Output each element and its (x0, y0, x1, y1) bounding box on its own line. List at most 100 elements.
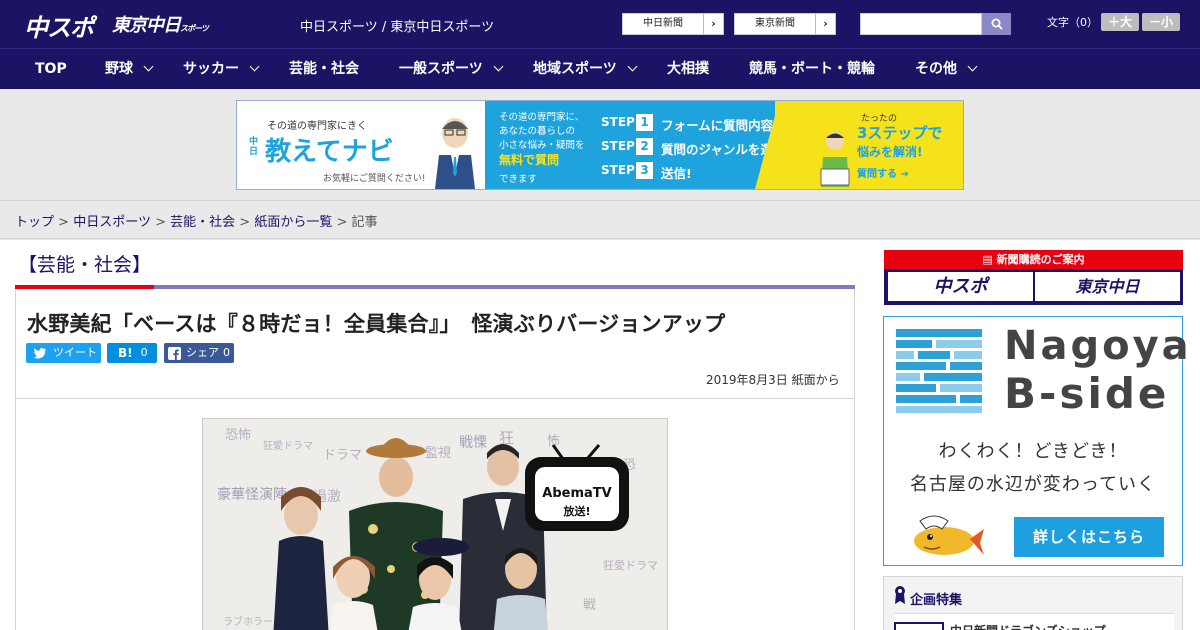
chuspo-logo[interactable]: 中スポ (24, 8, 94, 43)
search-input[interactable] (860, 13, 982, 35)
bside-title-line1: Nagoya (1004, 323, 1192, 369)
font-size-increase-button[interactable]: ＋大 (1101, 13, 1139, 31)
nav-item-sumo[interactable]: 大相撲 (667, 49, 709, 90)
newspaper-subscription-box[interactable]: ▤ 新聞購読のご案内 中スポ 東京中日 (884, 250, 1183, 305)
breadcrumb-link-entertainment[interactable]: 芸能・社会 (170, 215, 235, 230)
top-header: 中スポ 東京中日スポーツ 中日スポーツ / 東京中日スポーツ 中日新聞 › 東京… (0, 0, 1200, 48)
tokyo-shimbun-label: 東京新聞 (755, 18, 795, 29)
subscription-heading: ▤ 新聞購読のご案内 (884, 250, 1183, 269)
tokyo-shimbun-link[interactable]: 東京新聞 › (734, 13, 836, 35)
facebook-share-label: シェア (186, 346, 219, 359)
ad-note: お気軽にご質問ください! (323, 174, 426, 184)
tokyo-chunichi-logo-text: 東京中日 (112, 15, 181, 36)
nav-item-local-sports[interactable]: 地域スポーツ (533, 49, 638, 90)
breadcrumb-link-top[interactable]: トップ (15, 215, 54, 230)
chevron-down-icon (967, 61, 978, 72)
bside-details-button[interactable]: 詳しくはこちら (1014, 517, 1164, 557)
article-photo: 恐怖 狂愛ドラマ 監視 戦慄 豪華怪演陣 過激 ドラマ 狂 怖 狂愛ドラマ ラブ… (202, 418, 668, 630)
abematv-logo-text: AbemaTV (542, 486, 611, 501)
ad-left-panel: その道の専門家にきく 中日 教えてナビ お気軽にご質問ください! (237, 101, 485, 189)
ad-right-sub: 悩みを解消! (857, 145, 923, 159)
nav-item-general-sports[interactable]: 一般スポーツ (399, 49, 504, 90)
ad-banner-oshiete-navi[interactable]: その道の専門家にきく 中日 教えてナビ お気軽にご質問ください! その道の専門家… (236, 100, 964, 190)
bside-tagline-1: わくわく！どきどき！ (938, 441, 1128, 462)
breadcrumb-separator: > (155, 215, 166, 230)
ad-brand-prefix: 中日 (249, 137, 259, 157)
tokyo-chunichi-logo-sub: スポーツ (180, 24, 209, 33)
nav-item-label: その他 (915, 61, 957, 77)
ad-tagline: その道の専門家にきく (267, 121, 367, 132)
ad-slant-decoration (755, 101, 779, 189)
ad-step-label: STEP (601, 163, 635, 177)
nav-item-top[interactable]: TOP (35, 49, 67, 90)
photo-bg-word: 戦 (583, 598, 596, 613)
nav-item-label: 芸能・社会 (289, 61, 359, 77)
ad-mid-line: その道の専門家に、 (499, 112, 585, 123)
bside-title-line2: B-side (1004, 369, 1170, 418)
ad-right-big: 3ステップで (857, 124, 943, 142)
ad-step-number: 2 (636, 138, 653, 155)
tweet-button[interactable]: ツイート (26, 343, 101, 363)
ad-ask-label: 質問する (857, 169, 897, 180)
subscription-tokyo-chunichi-link[interactable]: 東京中日 (1035, 272, 1180, 301)
tweet-label: ツイート (53, 346, 97, 359)
ad-free-question: 無料で質問 (499, 153, 560, 167)
special-feature-item[interactable]: 中日新聞ドラゴンズショップ (894, 613, 1174, 630)
dragons-shop-thumbnail (894, 622, 944, 630)
article-divider (16, 398, 854, 399)
ad-step-label: STEP (601, 115, 635, 129)
hatena-count: 0 (140, 346, 148, 359)
chunichi-shimbun-link[interactable]: 中日新聞 › (622, 13, 724, 35)
press-event-photo-illustration: 恐怖 狂愛ドラマ 監視 戦慄 豪華怪演陣 過激 ドラマ 狂 怖 狂愛ドラマ ラブ… (203, 419, 667, 630)
breadcrumb-link-paper-list[interactable]: 紙面から一覧 (254, 215, 332, 230)
facebook-share-button[interactable]: シェア 0 (164, 343, 234, 363)
nav-item-label: サッカー (183, 61, 239, 77)
breadcrumb-separator: > (336, 215, 348, 230)
brick-wall-logo (896, 329, 982, 413)
breadcrumb: トップ > 中日スポーツ > 芸能・社会 > 紙面から一覧 > 記事 (15, 211, 378, 230)
ad-step-number: 3 (636, 162, 653, 179)
photo-bg-word: 戦慄 (459, 435, 487, 451)
ad-mid-line: できます (499, 174, 538, 185)
ad-step-text: 送信! (661, 166, 692, 181)
ad-mid-panel: その道の専門家に、 あなたの暮らしの 小さな悩み・疑問を 無料で質問 できます … (485, 101, 811, 189)
arrow-right-icon: ➔ (900, 169, 909, 180)
nav-item-label: TOP (35, 61, 67, 77)
article-top-rule (15, 285, 855, 289)
chunichi-shimbun-label: 中日新聞 (643, 18, 683, 29)
breadcrumb-link-chunichi-sports[interactable]: 中日スポーツ (73, 215, 151, 230)
nav-item-soccer[interactable]: サッカー (183, 49, 260, 90)
consultant-illustration (435, 118, 475, 189)
nav-item-racing[interactable]: 競馬・ボート・競輪 (749, 49, 875, 90)
fried-shrimp-mascot-icon (914, 515, 984, 555)
article-top-rule-red (15, 285, 154, 289)
abematv-sub-text: 放送! (562, 504, 590, 518)
tokyo-chunichi-logo[interactable]: 東京中日スポーツ (112, 11, 209, 37)
nav-item-label: 大相撲 (667, 61, 709, 77)
site-title: 中日スポーツ / 東京中日スポーツ (300, 20, 495, 35)
facebook-icon (168, 346, 181, 360)
photo-bg-word: 恐怖 (225, 427, 251, 443)
user-illustration (820, 132, 850, 187)
ribbon-badge-icon (895, 586, 905, 604)
nav-item-entertainment[interactable]: 芸能・社会 (289, 49, 359, 90)
ad-ask-button[interactable]: 質問する ➔ (857, 165, 909, 180)
subscription-heading-text: 新聞購読のご案内 (996, 253, 1085, 266)
newspaper-icon: ▤ (982, 253, 993, 266)
special-feature-title: 企画特集 (910, 593, 963, 608)
hatena-bookmark-button[interactable]: B! 0 (107, 343, 157, 363)
chevron-down-icon (143, 61, 154, 72)
nav-item-label: 一般スポーツ (399, 61, 483, 77)
subscription-chuspo-link[interactable]: 中スポ (888, 272, 1033, 301)
twitter-bird-icon (33, 348, 46, 359)
nav-item-baseball[interactable]: 野球 (105, 49, 154, 90)
section-title: 【芸能・社会】 (18, 254, 152, 276)
search-button[interactable] (982, 13, 1011, 35)
ad-mid-line: 小さな悩み・疑問を (499, 140, 585, 151)
search-icon (991, 18, 1003, 30)
font-size-decrease-button[interactable]: －小 (1142, 13, 1180, 31)
nav-item-other[interactable]: その他 (915, 49, 978, 90)
person-face (379, 457, 413, 497)
nagoya-bside-banner[interactable]: Nagoya B-side わくわく！どきどき！ 名古屋の水辺が変わっていく 詳… (883, 316, 1189, 566)
ad-step-number: 1 (636, 114, 653, 131)
